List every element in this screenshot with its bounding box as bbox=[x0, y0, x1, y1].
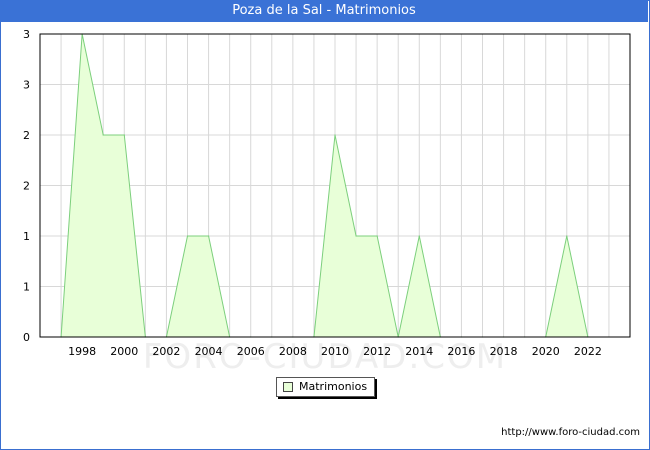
y-tick-label: 3 bbox=[23, 79, 30, 92]
legend: Matrimonios bbox=[276, 377, 375, 397]
data-point bbox=[102, 134, 104, 136]
data-point bbox=[418, 235, 420, 237]
x-tick-label: 2006 bbox=[237, 345, 265, 358]
x-tick-label: 2000 bbox=[110, 345, 138, 358]
y-axis-ticks: 0 1 1 2 2 3 3 bbox=[23, 28, 30, 344]
legend-label: Matrimonios bbox=[299, 380, 368, 393]
x-tick-label: 2016 bbox=[447, 345, 475, 358]
data-point bbox=[186, 235, 189, 237]
data-point bbox=[355, 235, 357, 237]
data-point bbox=[376, 235, 378, 237]
x-tick-label: 2022 bbox=[574, 345, 602, 358]
x-tick-label: 2002 bbox=[152, 345, 180, 358]
x-tick-label: 2014 bbox=[405, 345, 433, 358]
data-point bbox=[207, 235, 210, 237]
y-tick-label: 2 bbox=[23, 180, 30, 193]
data-point bbox=[334, 134, 336, 136]
y-tick-label: 2 bbox=[23, 129, 30, 142]
y-tick-label: 0 bbox=[23, 331, 30, 344]
data-point bbox=[123, 134, 125, 136]
x-tick-label: 2010 bbox=[321, 345, 349, 358]
data-point bbox=[566, 235, 568, 237]
y-tick-label: 1 bbox=[23, 281, 30, 294]
x-tick-label: 2012 bbox=[363, 345, 391, 358]
y-tick-label: 3 bbox=[23, 28, 30, 41]
x-tick-label: 2018 bbox=[490, 345, 518, 358]
x-tick-label: 2020 bbox=[532, 345, 560, 358]
y-tick-label: 1 bbox=[23, 230, 30, 243]
x-tick-label: 2008 bbox=[279, 345, 307, 358]
x-tick-label: 2004 bbox=[195, 345, 223, 358]
legend-swatch bbox=[283, 382, 293, 392]
source-url: http://www.foro-ciudad.com bbox=[501, 427, 640, 438]
x-tick-label: 1998 bbox=[68, 345, 96, 358]
